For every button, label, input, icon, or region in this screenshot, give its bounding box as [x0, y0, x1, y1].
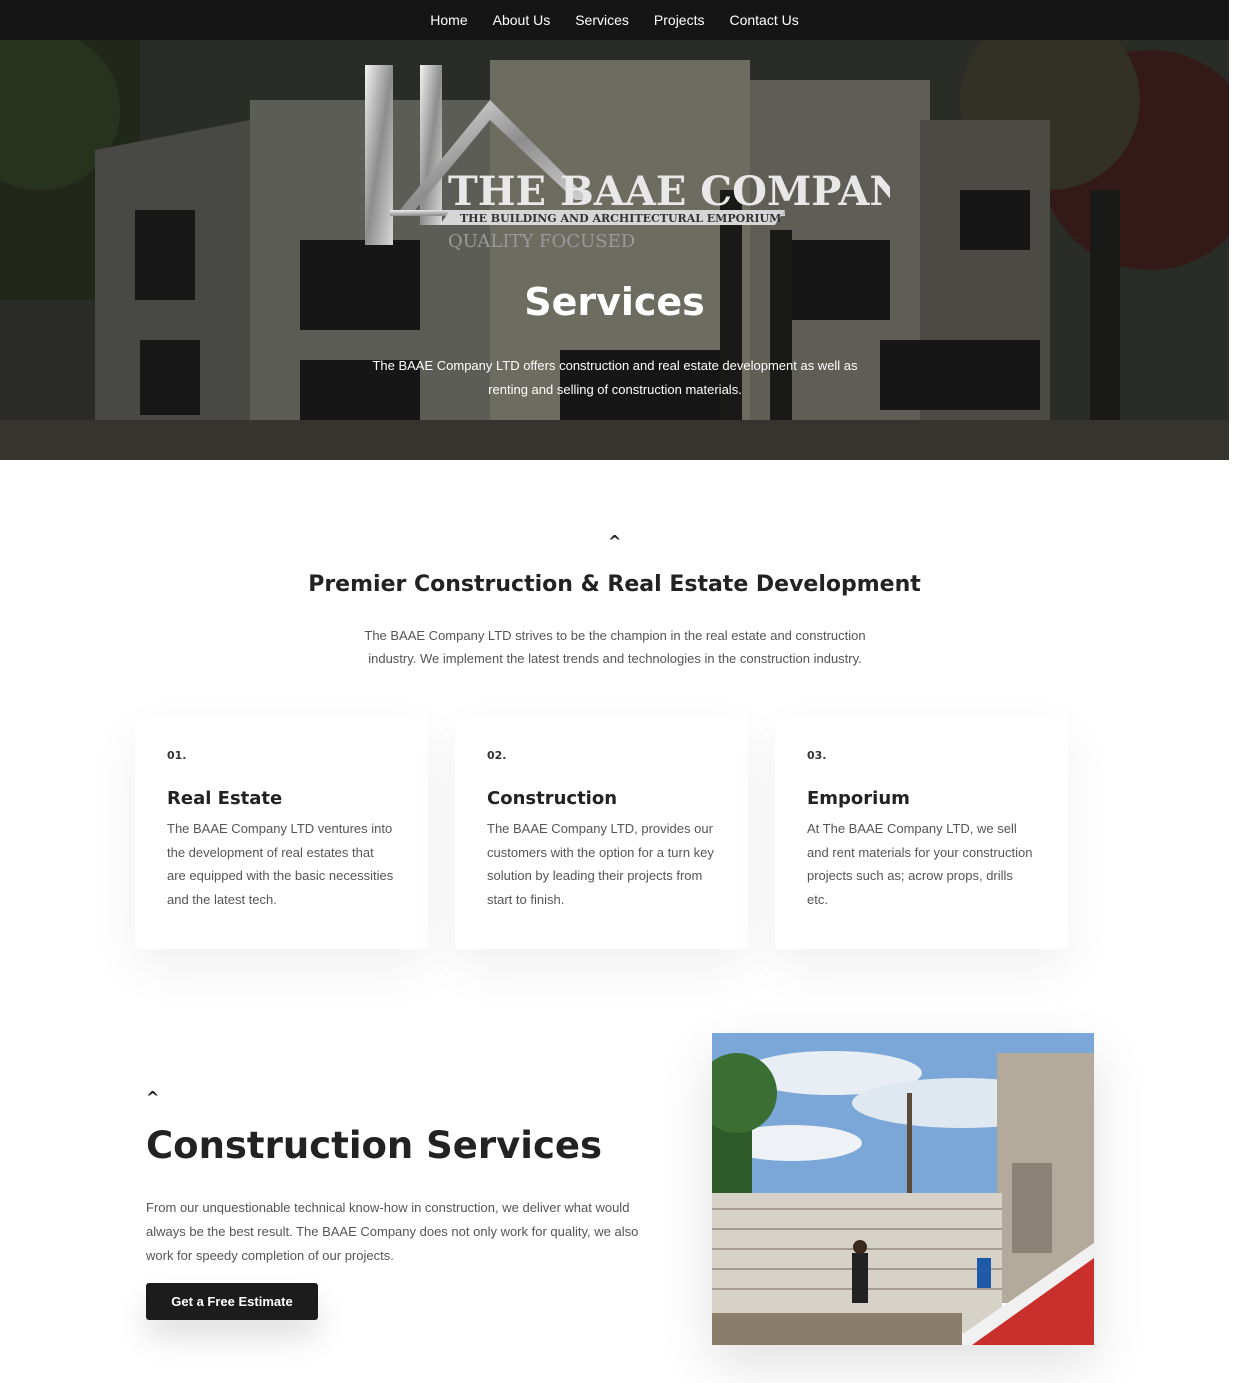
- section-caret-icon: ^: [146, 1088, 160, 1107]
- card-number: 02.: [487, 749, 507, 762]
- logo-motto: QUALITY FOCUSED: [448, 231, 635, 252]
- service-card-emporium: 03. Emporium At The BAAE Company LTD, we…: [775, 715, 1068, 949]
- card-text: At The BAAE Company LTD, we sell and ren…: [807, 821, 1033, 908]
- construction-services-title: Construction Services: [146, 1124, 602, 1167]
- nav-projects-link[interactable]: Projects: [654, 12, 705, 28]
- card-text: The BAAE Company LTD ventures into the d…: [167, 821, 394, 908]
- nav-about-link[interactable]: About Us: [493, 12, 551, 28]
- company-logo: THE BAAE COMPANY THE BUILDING AND ARCHIT…: [365, 65, 890, 252]
- premier-section-description: The BAAE Company LTD strives to be the c…: [364, 628, 866, 666]
- card-number: 01.: [167, 749, 187, 762]
- service-card-construction: 02. Construction The BAAE Company LTD, p…: [455, 715, 748, 949]
- card-number: 03.: [807, 749, 827, 762]
- premier-section-title: Premier Construction & Real Estate Devel…: [308, 572, 921, 597]
- nav-home-link[interactable]: Home: [430, 12, 467, 28]
- hero-description: The BAAE Company LTD offers construction…: [372, 358, 858, 397]
- card-title: Real Estate: [167, 788, 283, 809]
- nav-contact-link[interactable]: Contact Us: [729, 12, 798, 28]
- service-card-real-estate: 01. Real Estate The BAAE Company LTD ven…: [135, 715, 428, 949]
- card-text: The BAAE Company LTD, provides our custo…: [487, 821, 714, 908]
- section-caret-icon: ^: [608, 532, 622, 551]
- construction-site-image: [712, 1033, 1094, 1345]
- get-free-estimate-button[interactable]: Get a Free Estimate: [146, 1283, 318, 1320]
- logo-tagline: THE BUILDING AND ARCHITECTURAL EMPORIUM: [460, 212, 781, 225]
- construction-site-photo: [712, 1033, 1094, 1345]
- top-navigation: Home About Us Services Projects Contact …: [0, 0, 1229, 40]
- logo-company-name: THE BAAE COMPANY: [448, 168, 890, 215]
- hero-banner: THE BAAE COMPANY THE BUILDING AND ARCHIT…: [0, 40, 1229, 460]
- nav-services-link[interactable]: Services: [575, 12, 629, 28]
- card-title: Emporium: [807, 788, 910, 809]
- hero-title: Services: [524, 280, 705, 324]
- construction-services-text: From our unquestionable technical know-h…: [146, 1200, 639, 1263]
- card-title: Construction: [487, 788, 618, 809]
